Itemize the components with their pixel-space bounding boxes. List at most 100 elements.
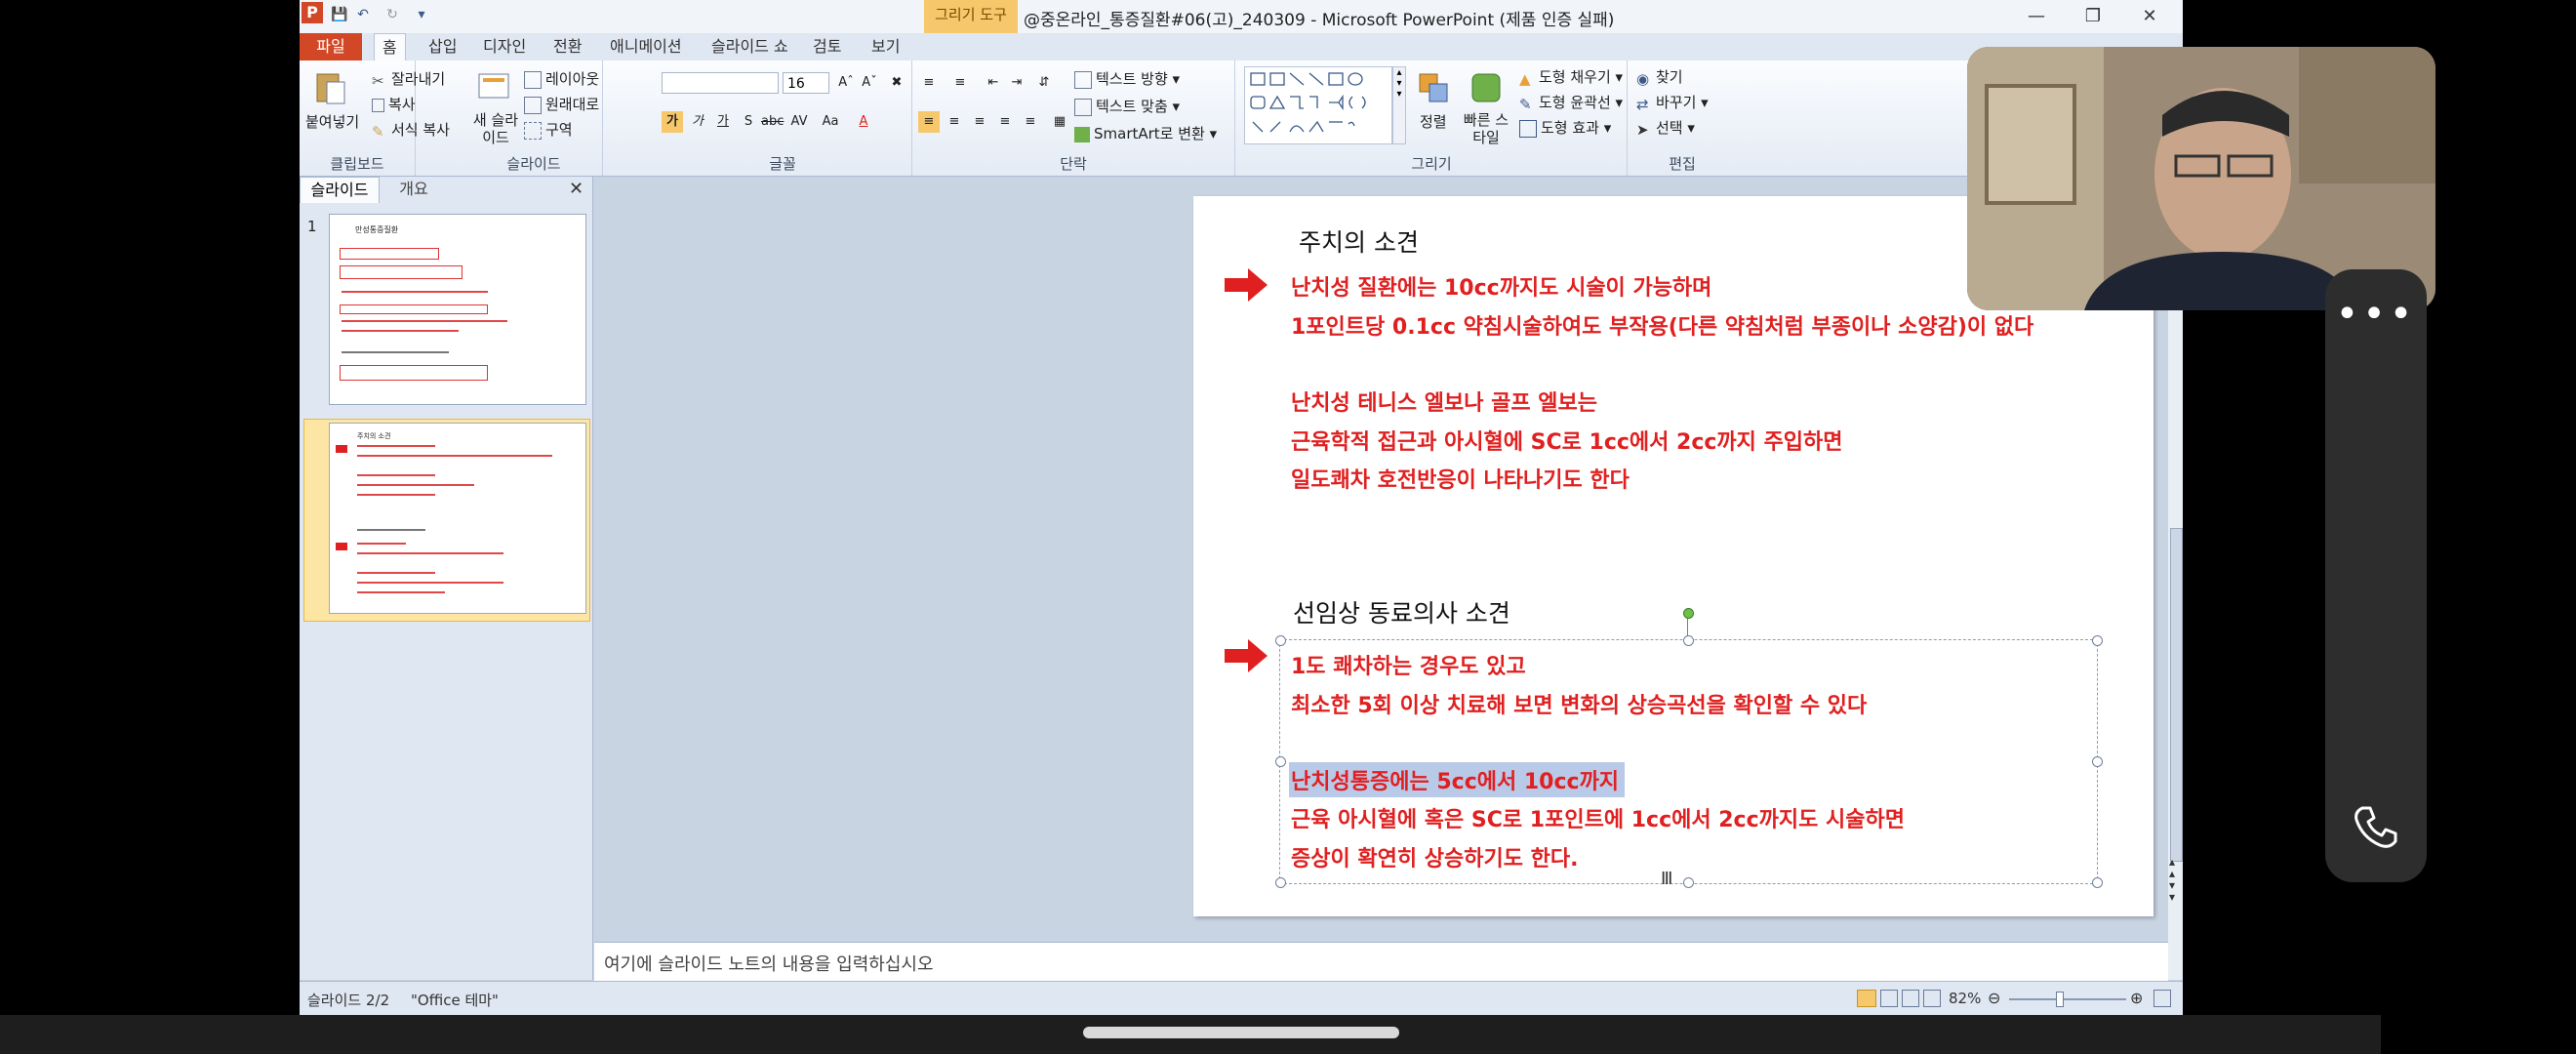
new-slide-button[interactable] — [475, 68, 514, 111]
zoom-in-icon[interactable]: ⊕ — [2130, 989, 2143, 1007]
section-button[interactable]: 구역 — [524, 119, 573, 140]
zoom-out-icon[interactable]: ⊖ — [1988, 989, 2000, 1007]
resize-handle[interactable] — [1683, 635, 1694, 646]
notes-placeholder[interactable]: 여기에 슬라이드 노트의 내용을 입력하십시오 — [604, 951, 934, 976]
next-slide-icon[interactable]: ▾ ▾ — [2169, 879, 2175, 903]
text-direction-button[interactable]: 텍스트 방향 ▾ — [1074, 68, 1180, 89]
powerpoint-app-icon[interactable]: P — [302, 2, 323, 23]
select-button[interactable]: ➤ 선택 ▾ — [1636, 117, 1695, 139]
shadow-icon[interactable]: S — [738, 111, 759, 133]
minimize-icon[interactable]: — — [2017, 4, 2056, 29]
font-name-combo[interactable] — [662, 72, 779, 94]
section1-line[interactable]: 일도쾌차 호전반응이 나타나기도 한다 — [1291, 463, 1630, 494]
justify-icon[interactable]: ≡ — [994, 111, 1016, 133]
format-painter-button[interactable]: ✎ 서식 복사 — [372, 119, 450, 141]
line-spacing-icon[interactable]: ⇵ — [1033, 72, 1055, 94]
resize-handle[interactable] — [1683, 877, 1694, 888]
tab-insert[interactable]: 삽입 — [421, 33, 464, 61]
shape-outline-button[interactable]: ✎ 도형 윤곽선 ▾ — [1519, 92, 1623, 113]
section1-title[interactable]: 주치의 소견 — [1299, 223, 1419, 259]
zoom-slider[interactable] — [2009, 998, 2126, 1000]
theme-name[interactable]: "Office 테마" — [411, 990, 499, 1010]
italic-icon[interactable]: 가 — [687, 111, 708, 133]
align-left-icon[interactable]: ≡ — [918, 111, 940, 133]
normal-view-icon[interactable] — [1857, 990, 1876, 1007]
prev-slide-icon[interactable]: ▴ ▴ — [2169, 856, 2175, 879]
resize-handle[interactable] — [2092, 877, 2103, 888]
bullets-icon[interactable]: ≡ — [918, 72, 940, 94]
notes-pane[interactable]: 여기에 슬라이드 노트의 내용을 입력하십시오 — [594, 942, 2168, 982]
phone-icon[interactable] — [2351, 802, 2401, 853]
tab-transitions[interactable]: 전환 — [545, 33, 589, 61]
close-pane-icon[interactable]: ✕ — [569, 179, 584, 199]
customize-quick-access-icon[interactable]: ▾ — [413, 6, 430, 23]
restore-icon[interactable]: ❐ — [2073, 4, 2113, 29]
distribute-icon[interactable]: ≡ — [1020, 111, 1041, 133]
font-color-icon[interactable]: A — [853, 111, 874, 133]
slide-sorter-icon[interactable] — [1880, 990, 1898, 1007]
section2-line[interactable]: 1도 쾌차하는 경우도 있고 — [1291, 649, 1526, 680]
grow-font-icon[interactable]: Aˆ — [835, 72, 857, 94]
reset-button[interactable]: 원래대로 — [524, 94, 599, 114]
save-icon[interactable]: 💾 — [331, 6, 348, 23]
slide-thumbnail-2[interactable]: 주치의 소견 — [329, 423, 586, 614]
strikethrough-icon[interactable]: abc — [761, 111, 784, 133]
tab-slideshow[interactable]: 슬라이드 쇼 — [704, 33, 796, 61]
replace-button[interactable]: ⇄ 바꾸기 ▾ — [1636, 92, 1709, 113]
reading-view-icon[interactable] — [1902, 990, 1919, 1007]
fit-to-window-icon[interactable] — [2153, 990, 2171, 1007]
align-text-button[interactable]: 텍스트 맞춤 ▾ — [1074, 96, 1180, 116]
align-center-icon[interactable]: ≡ — [944, 111, 965, 133]
resize-handle[interactable] — [1275, 756, 1286, 767]
section2-line[interactable]: 최소한 5회 이상 치료해 보면 변화의 상승곡선을 확인할 수 있다 — [1291, 688, 1867, 719]
rotation-handle[interactable] — [1683, 608, 1694, 619]
tab-slides-pane[interactable]: 슬라이드 — [300, 177, 380, 203]
decrease-indent-icon[interactable]: ⇤ — [983, 72, 1004, 94]
find-button[interactable]: ◉ 찾기 — [1636, 66, 1683, 88]
shapes-gallery-scroll[interactable]: ▴ ▾ ▾ — [1392, 66, 1406, 144]
zoom-slider-thumb[interactable] — [2056, 992, 2064, 1007]
slide-thumbnail-1[interactable]: 만성통증질환 — [329, 214, 586, 405]
scroll-thumb[interactable] — [2170, 528, 2183, 862]
char-spacing-icon[interactable]: AV — [788, 111, 810, 133]
resize-handle[interactable] — [1275, 877, 1286, 888]
tab-file[interactable]: 파일 — [300, 33, 362, 61]
paste-button[interactable] — [311, 68, 350, 111]
zoom-level[interactable]: 82% — [1949, 990, 1981, 1007]
arrange-button[interactable] — [1414, 68, 1453, 111]
change-case-icon[interactable]: Aa — [820, 111, 841, 133]
section2-title[interactable]: 선임상 동료의사 소견 — [1293, 594, 1510, 629]
tab-outline-pane[interactable]: 개요 — [380, 177, 448, 202]
font-size-combo[interactable]: 16 — [783, 72, 829, 94]
home-indicator[interactable] — [1083, 1027, 1399, 1038]
resize-handle[interactable] — [2092, 635, 2103, 646]
close-icon[interactable]: ✕ — [2130, 4, 2169, 29]
section1-line[interactable]: 1포인트당 0.1cc 약침시술하여도 부작용(다른 약침처럼 부종이나 소양감… — [1291, 309, 2033, 341]
tab-design[interactable]: 디자인 — [475, 33, 534, 61]
section2-line[interactable]: 근육 아시혈에 혹은 SC로 1포인트에 1cc에서 2cc까지도 시술하면 — [1291, 802, 1905, 833]
resize-handle[interactable] — [1275, 635, 1286, 646]
section1-line[interactable]: 난치성 질환에는 10cc까지도 시술이 가능하며 — [1291, 270, 1711, 302]
layout-button[interactable]: 레이아웃 — [524, 68, 599, 89]
underline-icon[interactable]: 가 — [712, 111, 734, 133]
resize-handle[interactable] — [2092, 756, 2103, 767]
section2-line[interactable]: 증상이 확연히 상승하기도 한다. — [1291, 841, 1578, 872]
more-options-button[interactable]: ••• — [2325, 269, 2427, 371]
columns-icon[interactable]: ▦ — [1049, 111, 1070, 133]
shape-fill-button[interactable]: ▲ 도형 채우기 ▾ — [1519, 66, 1623, 88]
shrink-font-icon[interactable]: Aˇ — [859, 72, 880, 94]
shapes-gallery[interactable] — [1244, 66, 1392, 144]
smartart-button[interactable]: SmartArt로 변환 ▾ — [1074, 123, 1217, 143]
bold-icon[interactable]: 가 — [662, 111, 683, 133]
redo-icon[interactable]: ↻ — [383, 6, 401, 23]
copy-button[interactable]: 복사 — [372, 94, 416, 114]
clear-format-icon[interactable]: ✖ — [886, 72, 907, 94]
tab-review[interactable]: 검토 — [805, 33, 849, 61]
align-right-icon[interactable]: ≡ — [969, 111, 990, 133]
numbering-icon[interactable]: ≡ — [949, 72, 971, 94]
quick-styles-button[interactable] — [1467, 68, 1506, 111]
cut-button[interactable]: ✂ 잘라내기 — [372, 68, 445, 90]
increase-indent-icon[interactable]: ⇥ — [1006, 72, 1027, 94]
tab-animations[interactable]: 애니메이션 — [602, 33, 690, 61]
tab-view[interactable]: 보기 — [864, 33, 907, 61]
